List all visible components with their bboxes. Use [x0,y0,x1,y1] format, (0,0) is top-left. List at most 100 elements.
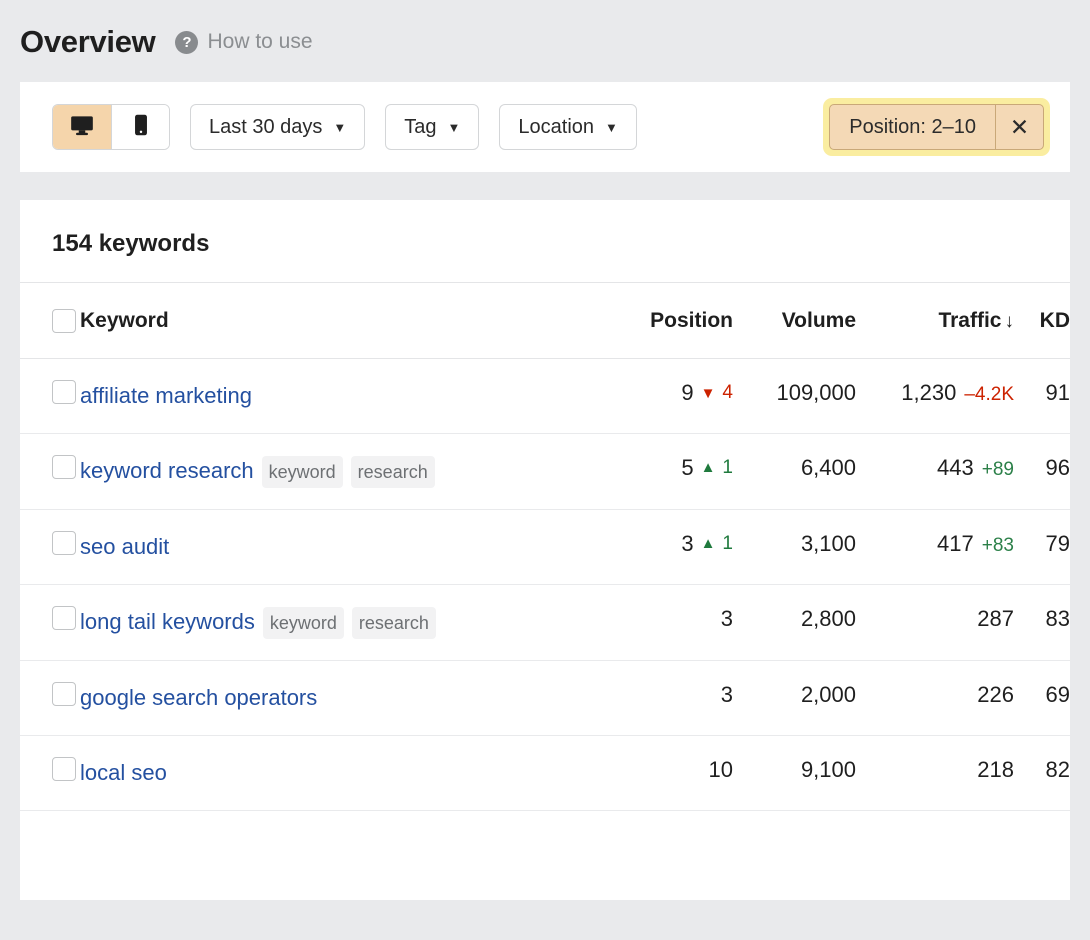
table-body: affiliate marketing 9 ▼ 4109,000 1,230 –4.2K 9… [20,359,1070,811]
date-range-dropdown[interactable]: Last 30 days ▼ [190,104,365,150]
column-header-kd[interactable]: KD [1014,283,1070,359]
traffic-cell: 218 [856,735,1014,810]
row-checkbox[interactable] [52,682,76,706]
tag-label: Tag [404,116,436,139]
position-value: 9 [681,380,693,406]
keyword-link[interactable]: google search operators [80,685,317,710]
table-row[interactable]: seo audit3▲13,100417+8379 [20,509,1070,584]
row-select-cell [20,735,80,810]
how-to-use-label: How to use [207,30,312,54]
traffic-value: 287 [977,606,1014,632]
traffic-delta: +83 [982,535,1014,557]
position-change-up-icon: ▲ [701,536,716,551]
page-header: Overview ? How to use [0,0,1090,82]
kd-cell: 82 [1014,735,1070,810]
keyword-link[interactable]: long tail keywords [80,609,255,634]
traffic-value: 1,230 [901,380,956,406]
chevron-down-icon: ▼ [605,121,618,134]
table-row[interactable]: long tail keywords keywordresearch 32,800 2… [20,584,1070,660]
keyword-count: 154 keywords [52,230,209,257]
kd-cell: 69 [1014,660,1070,735]
table-card-header: 154 keywords [20,200,1070,282]
table-row[interactable]: keyword researchkeywordresearch5▲16,4004… [20,433,1070,509]
keyword-cell: seo audit [80,509,613,584]
traffic-cell: 226 [856,660,1014,735]
row-select-cell [20,433,80,509]
row-select-cell [20,359,80,434]
row-checkbox[interactable] [52,757,76,781]
row-select-cell [20,509,80,584]
table-row[interactable]: google search operators 32,000 22669 [20,660,1070,735]
column-header-traffic[interactable]: Traffic↓ [856,283,1014,359]
keyword-cell: google search operators [80,660,613,735]
select-all-checkbox[interactable] [52,309,76,333]
device-toggle[interactable] [52,104,170,150]
column-header-volume[interactable]: Volume [733,283,856,359]
traffic-value: 443 [937,455,974,481]
volume-cell: 109,000 [733,359,856,434]
traffic-cell: 287 [856,584,1014,660]
sort-descending-icon: ↓ [1005,311,1015,332]
row-select-cell [20,584,80,660]
position-value: 3 [721,606,733,632]
position-change-up-icon: ▲ [701,460,716,475]
position-cell: 5▲1 [613,433,733,509]
position-delta: 4 [722,382,733,404]
keyword-tag[interactable]: research [352,607,436,639]
desktop-icon [69,112,95,143]
row-checkbox[interactable] [52,455,76,479]
position-cell: 10 [613,735,733,810]
volume-cell: 2,000 [733,660,856,735]
volume-cell: 3,100 [733,509,856,584]
position-cell: 3 [613,660,733,735]
close-icon[interactable]: ✕ [995,105,1043,149]
position-cell: 3▲1 [613,509,733,584]
row-checkbox[interactable] [52,531,76,555]
position-value: 5 [681,455,693,481]
how-to-use-link[interactable]: ? How to use [175,30,312,54]
traffic-delta: –4.2K [964,384,1014,406]
keyword-cell: keyword research keywordresearch [80,433,613,509]
keyword-link[interactable]: affiliate marketing [80,383,252,408]
traffic-value: 226 [977,682,1014,708]
traffic-value: 218 [977,757,1014,783]
keywords-table: Keyword Position Volume Traffic↓ KD affi… [20,282,1070,811]
position-cell: 3 [613,584,733,660]
filter-bar: Last 30 days ▼ Tag ▼ Location ▼ Position… [20,82,1070,172]
keyword-tag[interactable]: keyword [262,456,343,488]
keyword-tag[interactable]: keyword [263,607,344,639]
position-value: 10 [709,757,733,783]
active-filter-highlight: Position: 2–10 ✕ [823,98,1050,156]
column-header-keyword[interactable]: Keyword [80,283,613,359]
volume-cell: 9,100 [733,735,856,810]
keyword-cell: long tail keywords keywordresearch [80,584,613,660]
column-header-position[interactable]: Position [613,283,733,359]
position-change-down-icon: ▼ [701,386,716,401]
device-toggle-desktop[interactable] [53,105,111,149]
volume-cell: 2,800 [733,584,856,660]
keyword-link[interactable]: seo audit [80,534,169,559]
table-row[interactable]: local seo 109,100 21882 [20,735,1070,810]
traffic-cell: 443+89 [856,433,1014,509]
mobile-icon [128,112,154,143]
active-filter-chip-position[interactable]: Position: 2–10 ✕ [829,104,1044,150]
question-mark-icon: ? [175,31,198,54]
location-label: Location [518,116,594,139]
row-checkbox[interactable] [52,380,76,404]
keyword-link[interactable]: keyword research [80,458,254,483]
keyword-tag[interactable]: research [351,456,435,488]
table-row[interactable]: affiliate marketing9▼4109,0001,230–4.2K9… [20,359,1070,434]
keyword-cell: local seo [80,735,613,810]
kd-cell: 96 [1014,433,1070,509]
position-value: 3 [721,682,733,708]
keywords-table-card: 154 keywords Keyword Position Volume Tra… [20,200,1070,900]
device-toggle-mobile[interactable] [111,105,169,149]
chevron-down-icon: ▼ [333,121,346,134]
keyword-link[interactable]: local seo [80,760,167,785]
row-select-cell [20,660,80,735]
location-dropdown[interactable]: Location ▼ [499,104,637,150]
row-checkbox[interactable] [52,606,76,630]
volume-cell: 6,400 [733,433,856,509]
active-filter-label: Position: 2–10 [830,105,995,149]
tag-dropdown[interactable]: Tag ▼ [385,104,479,150]
